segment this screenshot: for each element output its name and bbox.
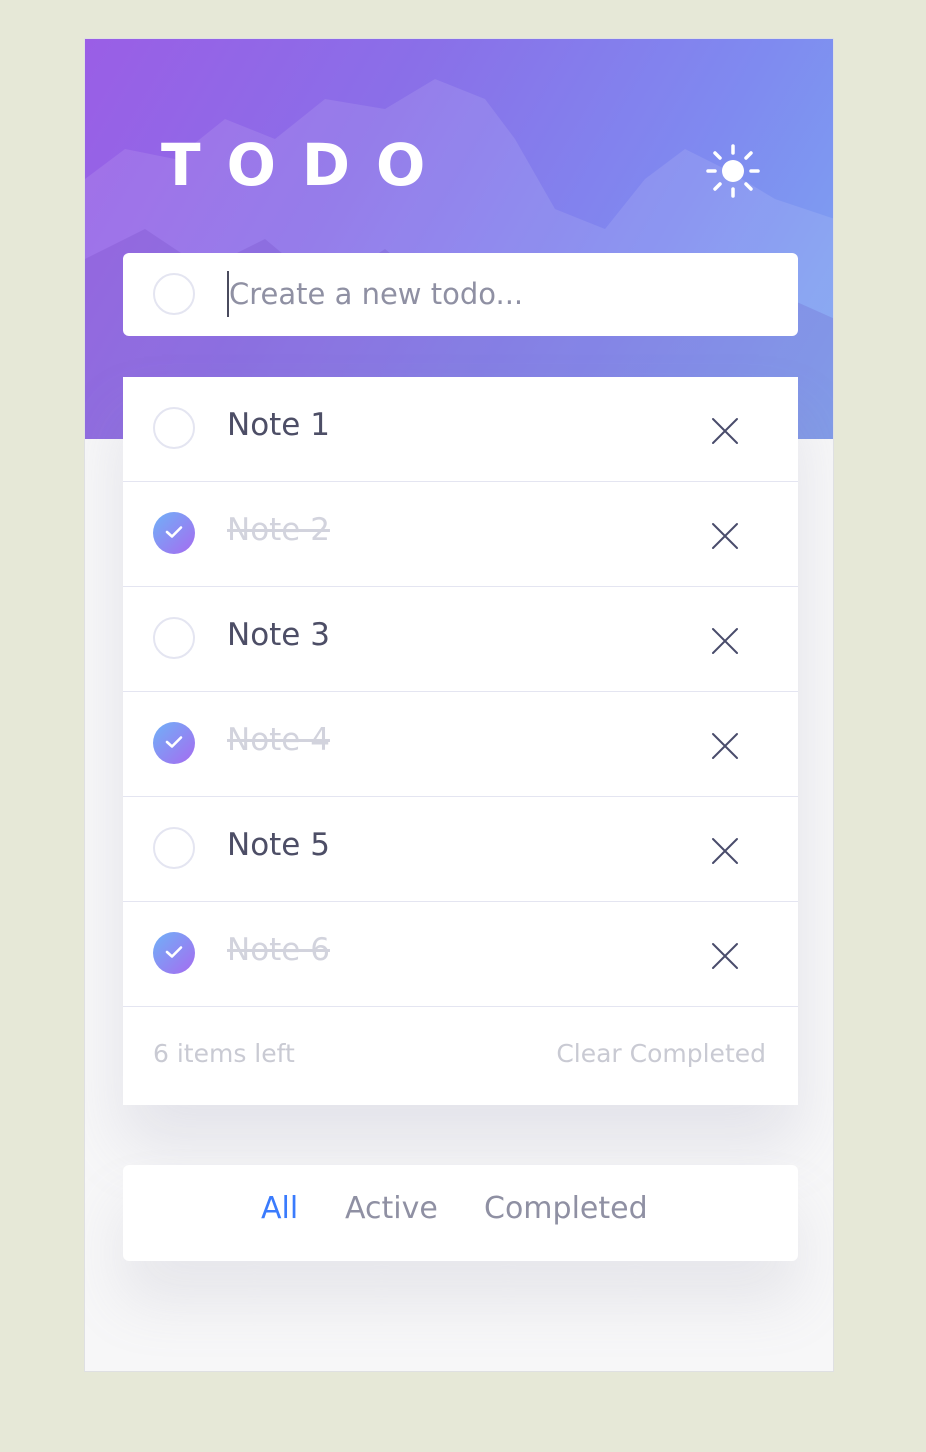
delete-icon[interactable]: [711, 627, 739, 655]
app-title: TODO: [161, 131, 452, 199]
delete-icon[interactable]: [711, 417, 739, 445]
todo-label: Note 1: [227, 407, 330, 443]
clear-completed-button[interactable]: Clear Completed: [556, 1039, 766, 1068]
todo-label: Note 2: [227, 512, 330, 548]
todo-item[interactable]: Note 3: [123, 587, 798, 692]
todo-checkbox[interactable]: [153, 617, 195, 659]
todo-label: Note 4: [227, 722, 330, 758]
todo-checkbox[interactable]: [153, 932, 195, 974]
filter-all[interactable]: All: [261, 1191, 298, 1226]
filter-bar: All Active Completed: [123, 1165, 798, 1261]
list-footer: 6 items left Clear Completed: [123, 1013, 798, 1105]
delete-icon[interactable]: [711, 837, 739, 865]
todo-item[interactable]: Note 1: [123, 377, 798, 482]
todo-label: Note 3: [227, 617, 330, 653]
todo-item[interactable]: Note 6: [123, 902, 798, 1007]
todo-checkbox[interactable]: [153, 722, 195, 764]
todo-checkbox[interactable]: [153, 407, 195, 449]
todo-label: Note 6: [227, 932, 330, 968]
check-icon: [165, 736, 183, 748]
items-left-count: 6 items left: [153, 1039, 295, 1068]
delete-icon[interactable]: [711, 522, 739, 550]
check-icon: [165, 946, 183, 958]
todo-checkbox[interactable]: [153, 512, 195, 554]
new-todo-input[interactable]: [227, 271, 771, 317]
new-todo-checkbox[interactable]: [153, 273, 195, 315]
todo-item[interactable]: Note 4: [123, 692, 798, 797]
todo-checkbox[interactable]: [153, 827, 195, 869]
todo-list: Note 1 Note 2 Note 3 Note 4 Note 5 Note 6 6 i…: [123, 377, 798, 1105]
new-todo-field: [123, 253, 798, 336]
todo-app: TODO Note 1Note 2Note 3Note 4Note: [84, 38, 834, 1372]
sun-icon[interactable]: [705, 143, 761, 199]
todo-item[interactable]: Note 5: [123, 797, 798, 902]
filter-active[interactable]: Active: [345, 1191, 438, 1226]
filter-completed[interactable]: Completed: [484, 1191, 648, 1226]
todo-label: Note 5: [227, 827, 330, 863]
delete-icon[interactable]: [711, 942, 739, 970]
delete-icon[interactable]: [711, 732, 739, 760]
check-icon: [165, 526, 183, 538]
todo-item[interactable]: Note 2: [123, 482, 798, 587]
